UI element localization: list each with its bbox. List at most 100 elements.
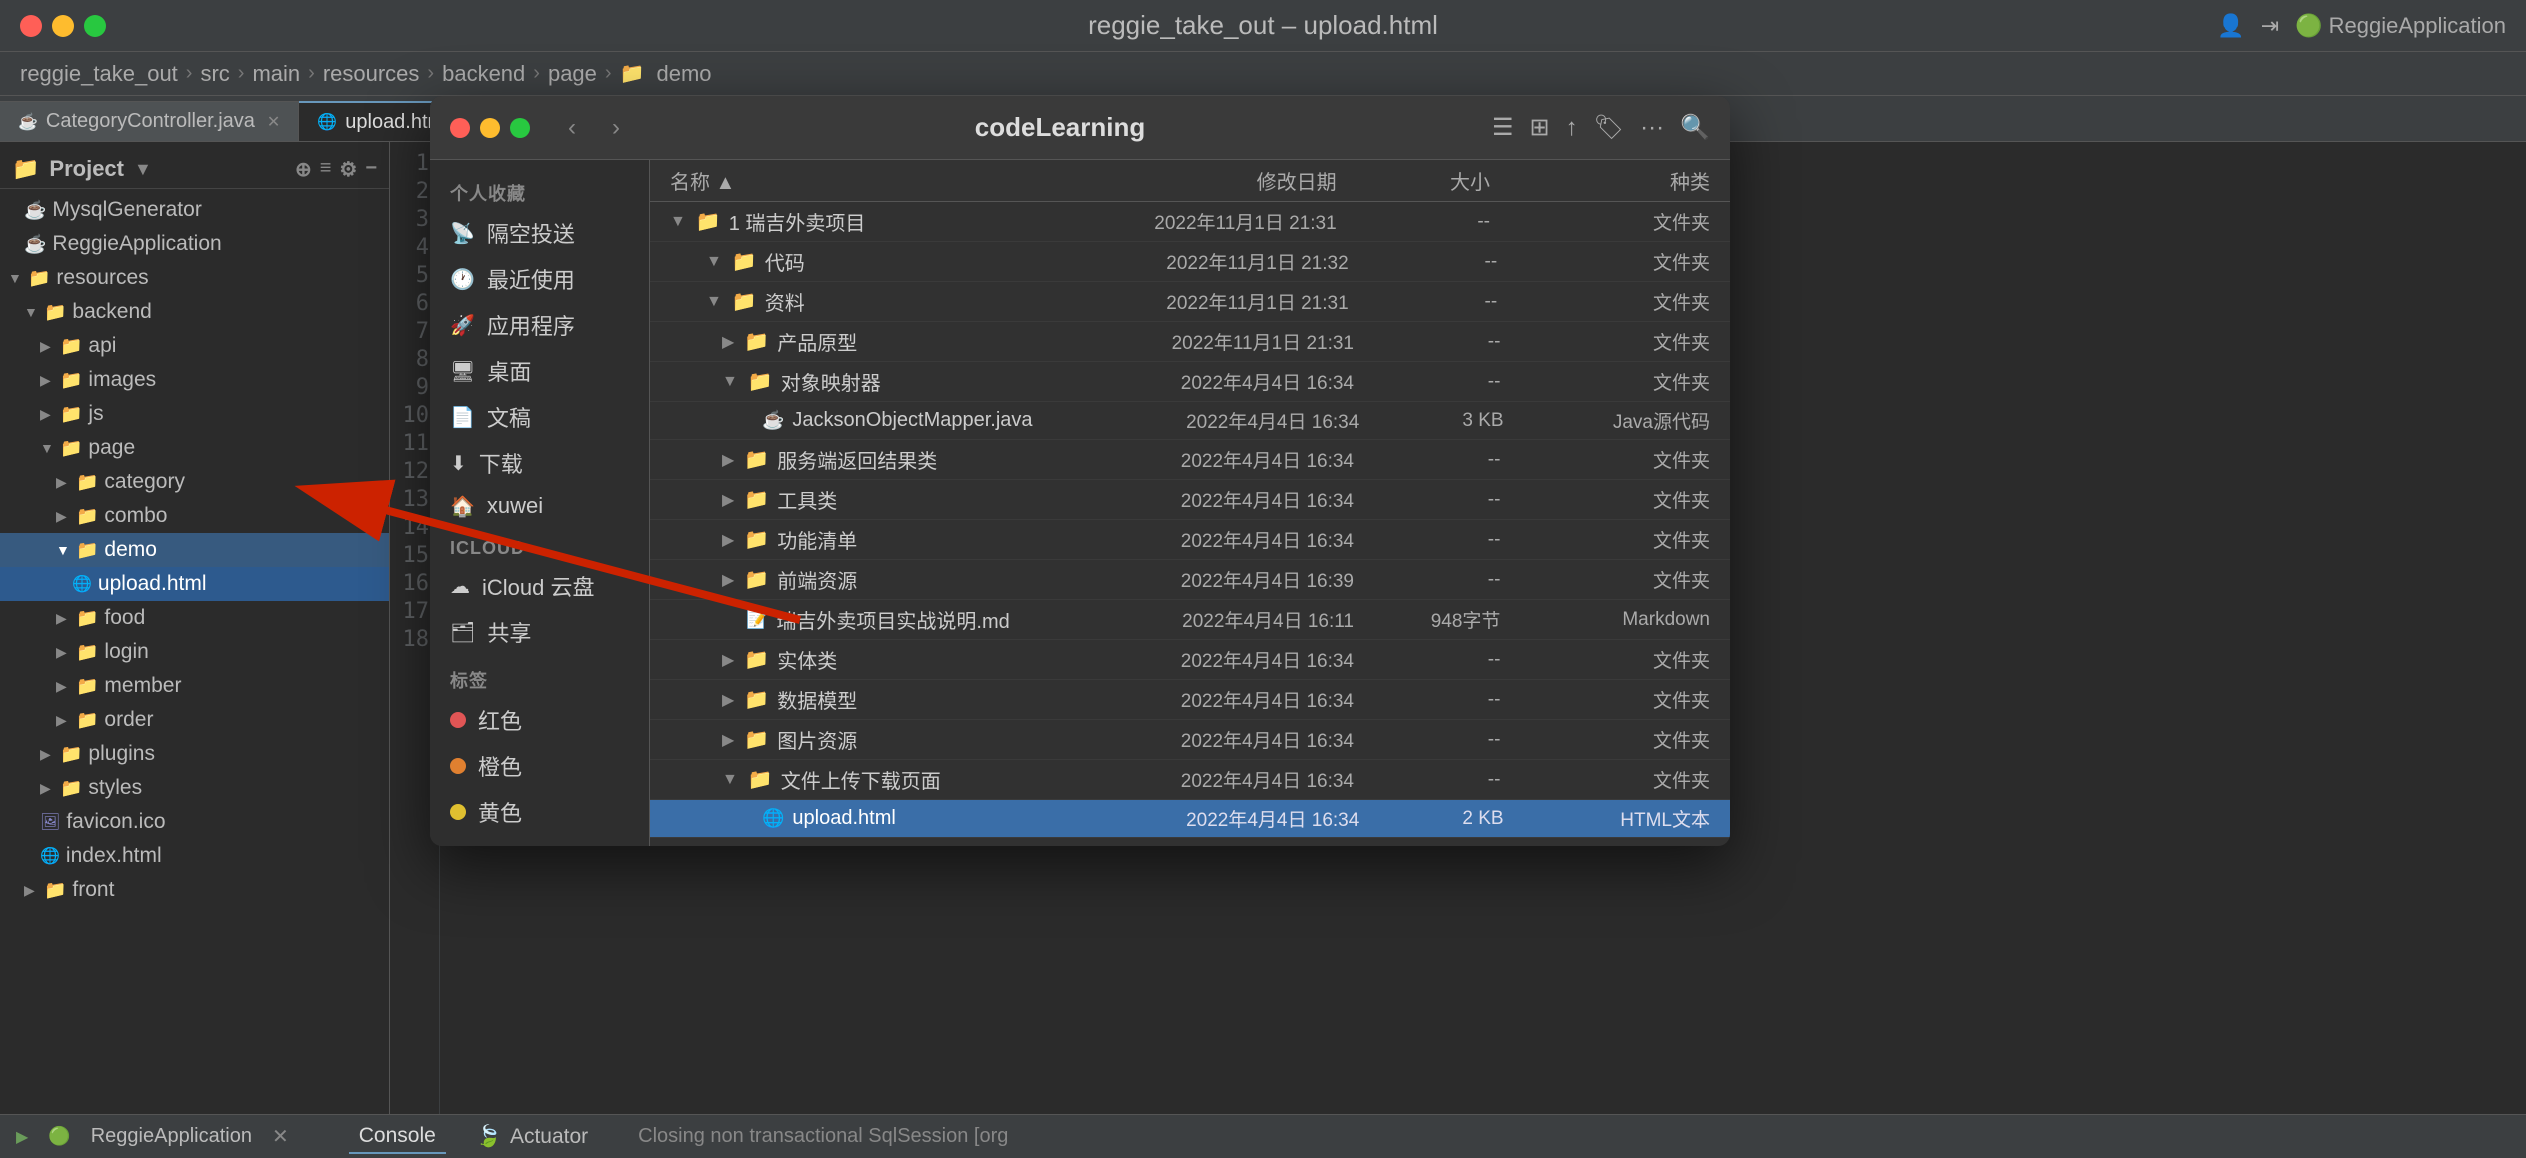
finder-list-icon[interactable]: ☰: [1492, 113, 1514, 142]
finder-row-code[interactable]: ▼ 📁 代码 2022年11月1日 21:32 -- 文件夹: [650, 242, 1730, 282]
row-size: --: [1374, 449, 1520, 471]
finder-row-reggie[interactable]: ▼ 📁 1 瑞吉外卖项目 2022年11月1日 21:31 -- 文件夹: [650, 202, 1730, 242]
finder-row-upload-folder[interactable]: ▼ 📁 文件上传下载页面 2022年4月4日 16:34 -- 文件夹: [650, 760, 1730, 800]
sidebar-item-label: plugins: [88, 742, 155, 766]
sidebar-item-js[interactable]: ▶ 📁 js: [0, 397, 389, 431]
sidebar-item-api[interactable]: ▶ 📁 api: [0, 329, 389, 363]
sidebar-item-styles[interactable]: ▶ 📁 styles: [0, 771, 389, 805]
row-name: ▶ 📁 图片资源: [722, 725, 1101, 754]
sidebar-item-mysqlgenerator[interactable]: ☕ MysqlGenerator: [0, 193, 389, 227]
row-name: ▶ 📁 实体类: [722, 645, 1101, 674]
expand-icon: ▶: [722, 650, 734, 670]
finder-tag-icon[interactable]: 🏷: [1594, 113, 1624, 142]
icloud-drive-item[interactable]: ☁ iCloud 云盘: [430, 563, 649, 609]
airdrop-item[interactable]: 📡 隔空投送: [430, 210, 649, 256]
tab-categorycontroller[interactable]: ☕ CategoryController.java ✕: [0, 101, 299, 141]
row-name: ▶ 📁 前端资源: [722, 565, 1101, 594]
sidebar-item-images[interactable]: ▶ 📁 images: [0, 363, 389, 397]
finder-more-icon[interactable]: ···: [1640, 114, 1664, 142]
tag-red[interactable]: 红色: [430, 697, 649, 743]
minimize-panel-icon[interactable]: −: [365, 157, 377, 182]
sidebar-item-resources[interactable]: ▼ 📁 resources: [0, 261, 389, 295]
finder-share-icon[interactable]: ↑: [1566, 114, 1578, 142]
close-run-icon[interactable]: ✕: [272, 1124, 289, 1149]
folder-icon: 📁: [60, 744, 82, 765]
finder-maximize-button[interactable]: [510, 118, 530, 138]
sidebar-item-front[interactable]: ▶ 📁 front: [0, 873, 389, 907]
folder-icon: 📁: [748, 369, 773, 394]
finder-filelist[interactable]: 名称 ▲ 修改日期 大小 种类 ▼ 📁 1 瑞吉外卖项目 2022年11月1日 …: [650, 160, 1730, 846]
finder-row-materials[interactable]: ▼ 📁 资料 2022年11月1日 21:31 -- 文件夹: [650, 282, 1730, 322]
sidebar-item-upload-html[interactable]: 🌐 upload.html: [0, 567, 389, 601]
desktop-item[interactable]: 🖥 桌面: [430, 348, 649, 394]
tab-actuator[interactable]: 🍃 Actuator: [466, 1121, 598, 1153]
finder-row-config[interactable]: ▶ 📁 项目配置文件 2022年11月2日 11:41 -- 文件夹: [650, 838, 1730, 846]
sidebar-item-backend[interactable]: ▼ 📁 backend: [0, 295, 389, 329]
traffic-lights: [20, 15, 106, 37]
finder-row-upload-html[interactable]: 🌐 upload.html 2022年4月4日 16:34 2 KB HTML文…: [650, 800, 1730, 838]
row-size: --: [1374, 529, 1520, 551]
finder-grid-icon[interactable]: ⊞: [1530, 113, 1550, 142]
sidebar-item-combo[interactable]: ▶ 📁 combo: [0, 499, 389, 533]
sidebar-item-reggieapplication[interactable]: ☕ ReggieApplication: [0, 227, 389, 261]
sidebar-item-category[interactable]: ▶ 📁 category: [0, 465, 389, 499]
breadcrumb-src[interactable]: src: [200, 61, 229, 87]
finder-row-funclist[interactable]: ▶ 📁 功能清单 2022年4月4日 16:34 -- 文件夹: [650, 520, 1730, 560]
finder-row-utils[interactable]: ▶ 📁 工具类 2022年4月4日 16:34 -- 文件夹: [650, 480, 1730, 520]
sidebar-item-page[interactable]: ▼ 📁 page: [0, 431, 389, 465]
col-size: 大小: [1357, 166, 1510, 195]
maximize-button[interactable]: [84, 15, 106, 37]
breadcrumb-backend[interactable]: backend: [442, 61, 525, 87]
line-num-3: 3: [390, 206, 429, 234]
run-app-label[interactable]: ReggieApplication: [91, 1125, 252, 1148]
sidebar-item-favicon[interactable]: 🖼 favicon.ico: [0, 805, 389, 839]
settings-icon[interactable]: ⚙: [339, 157, 357, 182]
tag-orange[interactable]: 橙色: [430, 743, 649, 789]
finder-row-prototype[interactable]: ▶ 📁 产品原型 2022年11月1日 21:31 -- 文件夹: [650, 322, 1730, 362]
close-button[interactable]: [20, 15, 42, 37]
finder-row-images[interactable]: ▶ 📁 图片资源 2022年4月4日 16:34 -- 文件夹: [650, 720, 1730, 760]
sidebar-item-order[interactable]: ▶ 📁 order: [0, 703, 389, 737]
html-file-icon: 🌐: [72, 574, 92, 594]
finder-sidebar: 个人收藏 📡 隔空投送 🕐 最近使用 🚀 应用程序 🖥 桌面: [430, 160, 650, 846]
finder-row-readme[interactable]: 📝 瑞吉外卖项目实战说明.md 2022年4月4日 16:11 948字节 Ma…: [650, 600, 1730, 640]
scope-icon[interactable]: ⊕: [295, 157, 312, 182]
breadcrumb-page[interactable]: page: [548, 61, 597, 87]
sidebar-item-demo[interactable]: ▼ 📁 demo: [0, 533, 389, 567]
docs-item[interactable]: 📄 文稿: [430, 394, 649, 440]
apps-item[interactable]: 🚀 应用程序: [430, 302, 649, 348]
breadcrumb-main[interactable]: main: [252, 61, 300, 87]
run-config[interactable]: 🟢 ReggieApplication: [2295, 13, 2506, 39]
downloads-item[interactable]: ⬇ 下载: [430, 440, 649, 486]
recents-item[interactable]: 🕐 最近使用: [430, 256, 649, 302]
sidebar-item-food[interactable]: ▶ 📁 food: [0, 601, 389, 635]
tab-console[interactable]: Console: [349, 1120, 446, 1154]
sidebar-dropdown-icon[interactable]: ▼: [134, 159, 152, 180]
breadcrumb-root[interactable]: reggie_take_out: [20, 61, 178, 87]
home-item[interactable]: 🏠 xuwei: [430, 486, 649, 526]
breadcrumb-demo[interactable]: demo: [656, 61, 711, 87]
shared-item[interactable]: 🗂 共享: [430, 609, 649, 655]
finder-row-frontend[interactable]: ▶ 📁 前端资源 2022年4月4日 16:39 -- 文件夹: [650, 560, 1730, 600]
finder-row-resultclass[interactable]: ▶ 📁 服务端返回结果类 2022年4月4日 16:34 -- 文件夹: [650, 440, 1730, 480]
finder-forward-button[interactable]: ›: [604, 110, 628, 146]
sidebar-item-login[interactable]: ▶ 📁 login: [0, 635, 389, 669]
tag-yellow[interactable]: 黄色: [430, 789, 649, 835]
finder-row-jackson[interactable]: ☕ JacksonObjectMapper.java 2022年4月4日 16:…: [650, 402, 1730, 440]
finder-row-objectmapper[interactable]: ▼ 📁 对象映射器 2022年4月4日 16:34 -- 文件夹: [650, 362, 1730, 402]
finder-close-button[interactable]: [450, 118, 470, 138]
tab-close-icon[interactable]: ✕: [267, 112, 280, 132]
finder-minimize-button[interactable]: [480, 118, 500, 138]
minimize-button[interactable]: [52, 15, 74, 37]
finder-search-icon[interactable]: 🔍: [1680, 113, 1710, 142]
sidebar-item-plugins[interactable]: ▶ 📁 plugins: [0, 737, 389, 771]
sidebar-item-index-html[interactable]: 🌐 index.html: [0, 839, 389, 873]
sidebar-item-member[interactable]: ▶ 📁 member: [0, 669, 389, 703]
sort-icon[interactable]: ≡: [320, 157, 332, 182]
row-type: HTML文本: [1524, 805, 1710, 832]
tag-green[interactable]: 绿色: [430, 835, 649, 846]
finder-row-entity[interactable]: ▶ 📁 实体类 2022年4月4日 16:34 -- 文件夹: [650, 640, 1730, 680]
breadcrumb-resources[interactable]: resources: [323, 61, 420, 87]
finder-back-button[interactable]: ‹: [560, 110, 584, 146]
finder-row-datamodel[interactable]: ▶ 📁 数据模型 2022年4月4日 16:34 -- 文件夹: [650, 680, 1730, 720]
